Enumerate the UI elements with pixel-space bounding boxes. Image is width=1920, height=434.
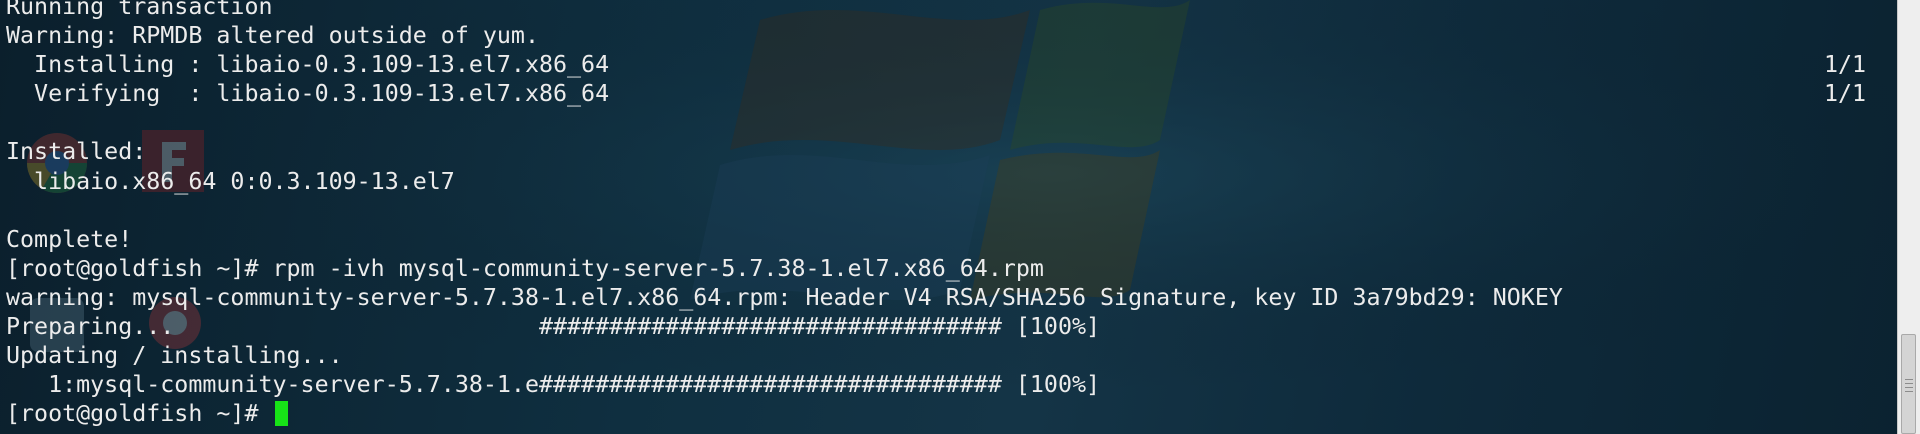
terminal-line: 1:mysql-community-server-5.7.38-1.e#####… [6,371,1101,399]
shell-prompt: [root@goldfish ~]# [6,400,273,428]
terminal-line: Running transaction [6,0,273,20]
terminal-window[interactable]: Running transaction Warning: RPMDB altere… [0,0,1920,434]
installing-line-text: Installing : libaio-0.3.109-13.el7.x86_6… [6,51,610,79]
terminal-line: Preparing... ###########################… [6,313,1101,341]
terminal-cursor [274,401,288,427]
terminal-line: Complete! [6,225,133,253]
terminal-line: Installing : libaio-0.3.109-13.el7.x86_6… [6,50,1866,79]
terminal-line: libaio.x86_64 0:0.3.109-13.el7 [6,167,455,195]
scrollbar-grip-line [1905,387,1913,388]
terminal-line: Installed: [6,138,147,166]
verifying-line-text: Verifying : libaio-0.3.109-13.el7.x86_64 [6,80,610,108]
vertical-scrollbar[interactable] [1897,0,1920,434]
scrollbar-thumb[interactable] [1901,334,1916,434]
terminal-line: Verifying : libaio-0.3.109-13.el7.x86_64… [6,79,1866,108]
scrollbar-grip-line [1905,391,1913,392]
terminal-line: Updating / installing... [6,342,343,370]
verifying-progress: 1/1 [1824,80,1867,108]
terminal-line: [root@goldfish ~]# rpm -ivh mysql-commun… [6,254,1044,282]
terminal-output[interactable]: Running transaction Warning: RPMDB altere… [6,0,1866,428]
terminal-line: warning: mysql-community-server-5.7.38-1… [6,283,1563,311]
terminal-line: Warning: RPMDB altered outside of yum. [6,22,539,50]
prompt-line[interactable]: [root@goldfish ~]# [6,399,1563,428]
installing-progress: 1/1 [1824,51,1867,79]
scrollbar-grip-line [1905,379,1913,380]
scrollbar-grip-line [1905,383,1913,384]
